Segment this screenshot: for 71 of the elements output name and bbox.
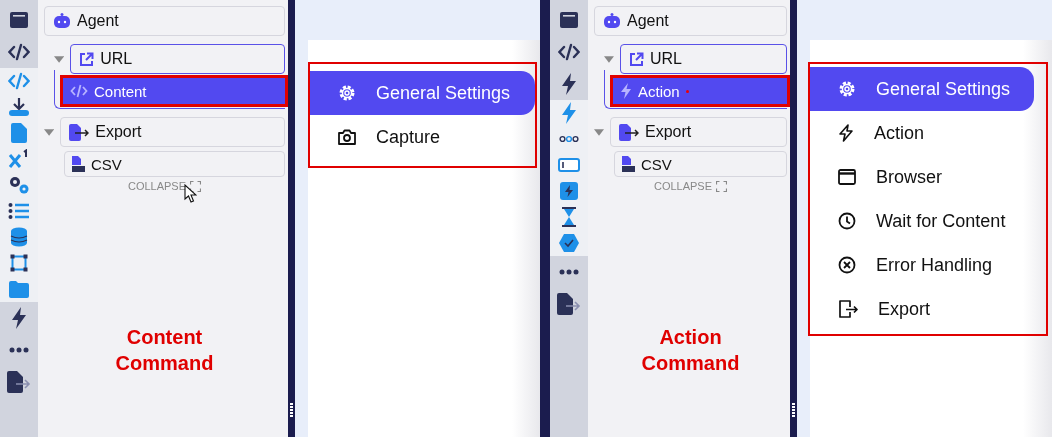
dots-icon bbox=[559, 135, 579, 143]
robot-icon bbox=[603, 13, 621, 29]
hourglass-icon bbox=[561, 207, 577, 227]
tree-node[interactable]: Export bbox=[60, 117, 285, 147]
menu-item[interactable]: General Settings bbox=[810, 67, 1034, 111]
resize-handle[interactable] bbox=[790, 0, 797, 437]
tree-node[interactable]: Agent bbox=[44, 6, 285, 36]
bolt-icon bbox=[838, 124, 854, 142]
export-icon bbox=[557, 293, 581, 315]
expand-icon bbox=[716, 180, 728, 192]
caret-icon[interactable] bbox=[44, 128, 55, 136]
code-icon bbox=[70, 84, 88, 98]
tree-node[interactable]: URL bbox=[619, 44, 787, 74]
browser-icon bbox=[838, 169, 856, 185]
more-icon bbox=[559, 269, 579, 275]
browser-icon bbox=[9, 11, 29, 29]
list-icon bbox=[8, 202, 30, 220]
camera-icon bbox=[338, 129, 356, 145]
tree-node[interactable]: Agent bbox=[594, 6, 787, 36]
toolbar-button[interactable] bbox=[550, 230, 588, 256]
tree-node[interactable]: URL bbox=[70, 44, 285, 74]
menu-item[interactable]: Action bbox=[810, 111, 1034, 155]
menu-item[interactable]: General Settings bbox=[310, 71, 535, 115]
external-link-icon bbox=[628, 51, 644, 67]
selection-icon bbox=[10, 254, 28, 272]
robot-icon bbox=[53, 13, 71, 29]
error-icon bbox=[838, 256, 856, 274]
menu-item[interactable]: Capture bbox=[310, 115, 535, 159]
tree-node[interactable]: CSV bbox=[614, 151, 787, 177]
bolt-square-icon bbox=[560, 182, 578, 200]
export-icon bbox=[838, 300, 858, 318]
bolt-icon bbox=[11, 307, 27, 329]
folder-icon bbox=[9, 280, 29, 298]
bolt-icon bbox=[561, 102, 577, 124]
tree-node[interactable]: Content bbox=[63, 78, 285, 104]
superscript-icon bbox=[8, 149, 30, 169]
clock-icon bbox=[838, 212, 856, 230]
input-icon bbox=[558, 158, 580, 172]
annotation-caption: Content Command bbox=[114, 325, 215, 376]
menu-item[interactable]: Error Handling bbox=[810, 243, 1034, 287]
bolt-icon bbox=[561, 73, 577, 95]
tree-node[interactable]: Export bbox=[610, 117, 787, 147]
caret-icon[interactable] bbox=[604, 55, 614, 63]
check-badge-icon bbox=[559, 234, 579, 252]
file-icon bbox=[11, 123, 27, 143]
export-icon bbox=[619, 123, 639, 141]
database-icon bbox=[10, 227, 28, 247]
export-icon bbox=[7, 371, 31, 393]
resize-handle[interactable] bbox=[288, 0, 295, 437]
menu-item[interactable]: Browser bbox=[810, 155, 1034, 199]
menu-item[interactable]: Export bbox=[810, 287, 1034, 331]
csv-file-icon bbox=[71, 156, 85, 172]
code-icon bbox=[8, 72, 30, 90]
menu-item[interactable]: Wait for Content bbox=[810, 199, 1034, 243]
caret-icon[interactable] bbox=[594, 128, 604, 136]
external-link-icon bbox=[79, 51, 95, 67]
tree-node[interactable]: Action bbox=[613, 78, 787, 104]
csv-file-icon bbox=[621, 156, 635, 172]
code-icon bbox=[558, 43, 580, 61]
more-icon bbox=[9, 347, 29, 353]
caret-icon[interactable] bbox=[54, 55, 65, 63]
settings-icon bbox=[838, 80, 856, 98]
annotation-caption: Action Command bbox=[640, 325, 741, 376]
settings-icon bbox=[338, 84, 356, 102]
tree-node[interactable]: CSV bbox=[64, 151, 285, 177]
browser-icon bbox=[559, 11, 579, 29]
code-icon bbox=[8, 43, 30, 61]
download-icon bbox=[8, 97, 30, 117]
export-icon bbox=[69, 123, 90, 141]
bolt-icon bbox=[620, 83, 632, 99]
gears-icon bbox=[8, 175, 30, 195]
